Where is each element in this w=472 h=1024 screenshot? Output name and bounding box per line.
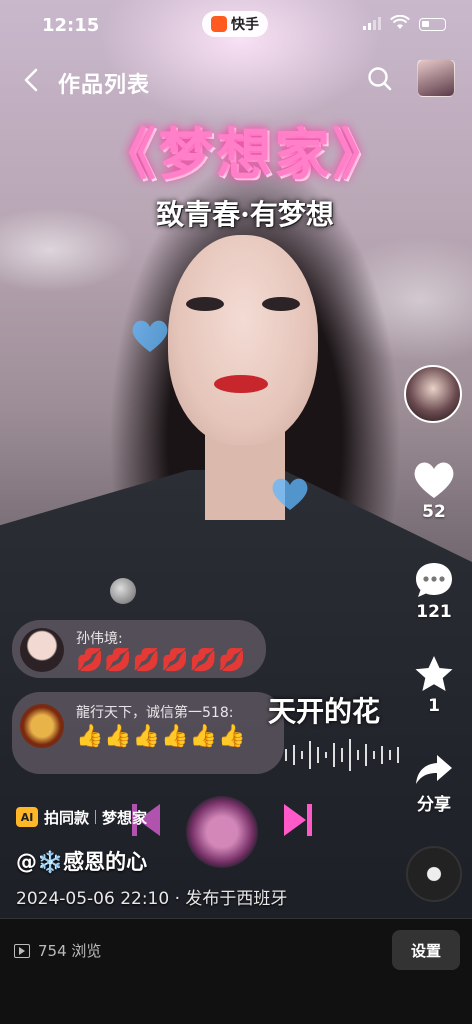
battery-icon	[419, 18, 446, 31]
comment-content: 👍👍👍👍👍👍	[76, 724, 247, 749]
post-meta: 2024-05-06 22:10 · 发布于西班牙	[16, 889, 288, 909]
star-icon	[415, 656, 453, 691]
favorite-button[interactable]: 1	[404, 654, 464, 716]
comment-content: 💋💋💋💋💋💋	[76, 648, 247, 673]
eye-left	[186, 297, 224, 311]
jacket-button	[110, 578, 136, 604]
heart-icon	[414, 462, 454, 498]
favorite-count: 1	[428, 696, 440, 716]
next-track-icon	[284, 804, 312, 836]
settings-button[interactable]: 设置	[392, 930, 460, 970]
heart-sticker-icon	[272, 478, 308, 510]
lyric-text: 天开的花	[268, 695, 381, 728]
kuaishou-logo-icon	[211, 16, 227, 32]
music-disc-icon[interactable]	[406, 846, 462, 902]
comment-button[interactable]: 121	[404, 560, 464, 622]
commenter-name: 龍行天下，诚信第一518:	[76, 705, 234, 721]
like-count: 52	[422, 502, 446, 522]
status-bar: 12:15 快手	[0, 0, 472, 50]
same-style-tag[interactable]: AI 拍同款 梦想家	[16, 806, 147, 828]
heart-sticker-icon	[132, 320, 168, 352]
commenter-name: 孙伟境:	[76, 631, 123, 647]
share-arrow-icon	[416, 755, 452, 784]
overlay-subtitle: 致青春·有梦想	[156, 198, 334, 231]
commenter-avatar	[20, 628, 64, 672]
top-nav: 作品列表	[0, 55, 472, 105]
video-subject-face	[168, 235, 318, 445]
status-time: 12:15	[42, 15, 100, 36]
comment-bubble-icon	[416, 563, 452, 597]
ai-badge: AI	[16, 807, 38, 827]
view-count-text: 754 浏览	[38, 942, 102, 960]
share-button[interactable]: 分享	[404, 752, 464, 815]
same-style-label: 拍同款	[44, 808, 90, 827]
share-label: 分享	[417, 795, 451, 815]
comment-bubble: 孙伟境: 💋💋💋💋💋💋	[12, 620, 266, 678]
back-icon[interactable]	[20, 67, 44, 93]
center-heart-icon	[186, 796, 258, 868]
overlay-song-title: 《梦想家》	[100, 122, 390, 188]
commenter-avatar	[20, 704, 64, 748]
view-count: 754 浏览	[14, 940, 101, 961]
lips	[214, 375, 268, 393]
wifi-icon	[390, 15, 410, 29]
author-name[interactable]: @❄️感恩的心	[16, 846, 147, 876]
author-avatar-thumb[interactable]	[417, 59, 455, 97]
same-style-song: 梦想家	[102, 808, 148, 827]
eye-right	[262, 297, 300, 311]
search-icon[interactable]	[366, 65, 394, 93]
comment-count: 121	[416, 602, 452, 622]
audio-waveform-icon	[285, 739, 399, 771]
like-button[interactable]: 52	[404, 460, 464, 522]
app-name: 快手	[231, 17, 259, 33]
divider	[95, 810, 97, 824]
author-avatar[interactable]	[404, 365, 462, 423]
bottom-bar: 754 浏览 设置	[0, 918, 472, 1024]
signal-icon	[363, 17, 381, 30]
play-icon	[14, 943, 30, 958]
page-title: 作品列表	[58, 73, 151, 98]
comment-bubble: 龍行天下，诚信第一518: 👍👍👍👍👍👍	[12, 692, 284, 774]
app-badge: 快手	[202, 11, 268, 37]
